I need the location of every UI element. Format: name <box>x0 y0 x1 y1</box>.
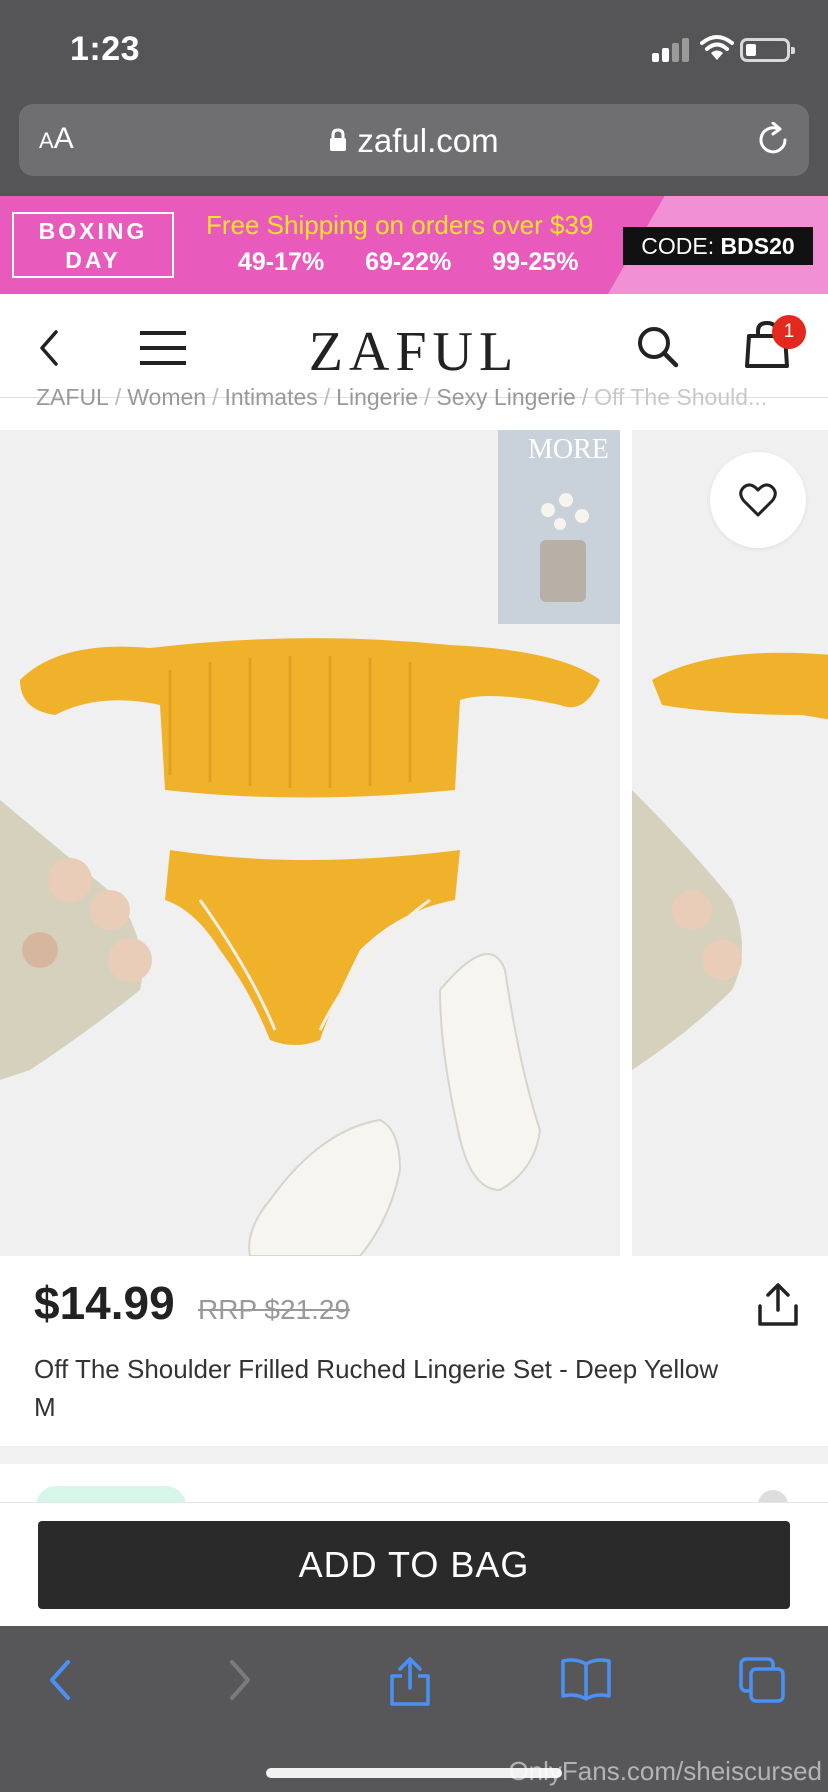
address-bar[interactable]: AA zaful.com <box>19 104 809 176</box>
section-divider <box>0 1446 828 1464</box>
info-icon <box>758 1490 788 1502</box>
product-price: $14.99 <box>34 1277 175 1329</box>
product-image-illustration <box>632 652 828 1070</box>
discount-tier: 69-22% <box>365 248 452 276</box>
discount-tiers: 49-17% 69-22% 99-25% <box>238 248 600 277</box>
tag-pill <box>36 1486 186 1502</box>
breadcrumb-item[interactable]: Sexy Lingerie <box>436 384 575 410</box>
bookmarks-icon[interactable] <box>560 1656 612 1702</box>
product-image-illustration: MORE <box>0 430 620 1256</box>
breadcrumb-current: Off The Should... <box>594 384 768 410</box>
breadcrumb-item[interactable]: Intimates <box>224 384 317 410</box>
browser-back-icon[interactable] <box>42 1656 82 1704</box>
tabs-icon[interactable] <box>738 1656 786 1704</box>
promo-banner[interactable]: BOXING DAY Free Shipping on orders over … <box>0 196 828 294</box>
breadcrumb: ZAFUL / Women / Intimates / Lingerie / Sexy Ling… <box>36 384 768 410</box>
reload-icon[interactable] <box>757 122 791 156</box>
next-section-peek <box>0 1464 828 1502</box>
heart-icon <box>739 483 777 517</box>
cart-count-badge: 1 <box>772 315 806 349</box>
product-gallery[interactable]: MORE <box>0 430 828 1256</box>
magazine-title: MORE <box>528 434 609 465</box>
product-rrp: RRP $21.29 <box>198 1294 351 1325</box>
watermark: OnlyFans.com/sheiscursed <box>508 1756 822 1786</box>
lock-icon <box>330 128 347 152</box>
url-text: zaful.com <box>357 122 499 159</box>
breadcrumb-item[interactable]: ZAFUL <box>36 384 109 410</box>
free-shipping-text: Free Shipping on orders over $39 <box>206 210 594 240</box>
wifi-icon <box>700 35 734 60</box>
cellular-signal-icon <box>652 38 690 62</box>
breadcrumb-item[interactable]: Women <box>127 384 206 410</box>
zaful-logo[interactable]: ZAFUL <box>0 320 828 384</box>
browser-share-icon[interactable] <box>388 1656 432 1708</box>
browser-toolbar: OnlyFans.com/sheiscursed <box>0 1626 828 1792</box>
browser-address-area: AA zaful.com <box>0 96 828 196</box>
add-to-bag-button[interactable]: ADD TO BAG <box>38 1521 790 1609</box>
share-icon[interactable] <box>756 1282 800 1328</box>
wishlist-button[interactable] <box>710 452 806 548</box>
promo-code: CODE: BDS20 <box>623 227 813 265</box>
status-time: 1:23 <box>70 30 141 68</box>
search-icon[interactable] <box>636 325 680 369</box>
product-title: Off The Shoulder Frilled Ruched Lingerie… <box>34 1354 719 1422</box>
status-bar: 1:23 <box>0 0 828 96</box>
site-header: ZAFUL <box>0 298 828 398</box>
sticky-action-bar: ADD TO BAG <box>0 1502 828 1626</box>
product-photo-next[interactable] <box>632 430 828 1256</box>
boxing-day-label: BOXING DAY <box>12 212 174 278</box>
breadcrumb-item[interactable]: Lingerie <box>336 384 418 410</box>
product-photo[interactable]: MORE <box>0 430 620 1256</box>
product-info: $14.99 RRP $21.29 Off The Shoulder Frill… <box>0 1256 828 1446</box>
battery-icon <box>740 38 795 62</box>
browser-forward-icon[interactable] <box>218 1656 258 1704</box>
discount-tier: 99-25% <box>492 248 579 276</box>
discount-tier: 49-17% <box>238 248 325 276</box>
url-display[interactable]: zaful.com <box>19 122 809 160</box>
